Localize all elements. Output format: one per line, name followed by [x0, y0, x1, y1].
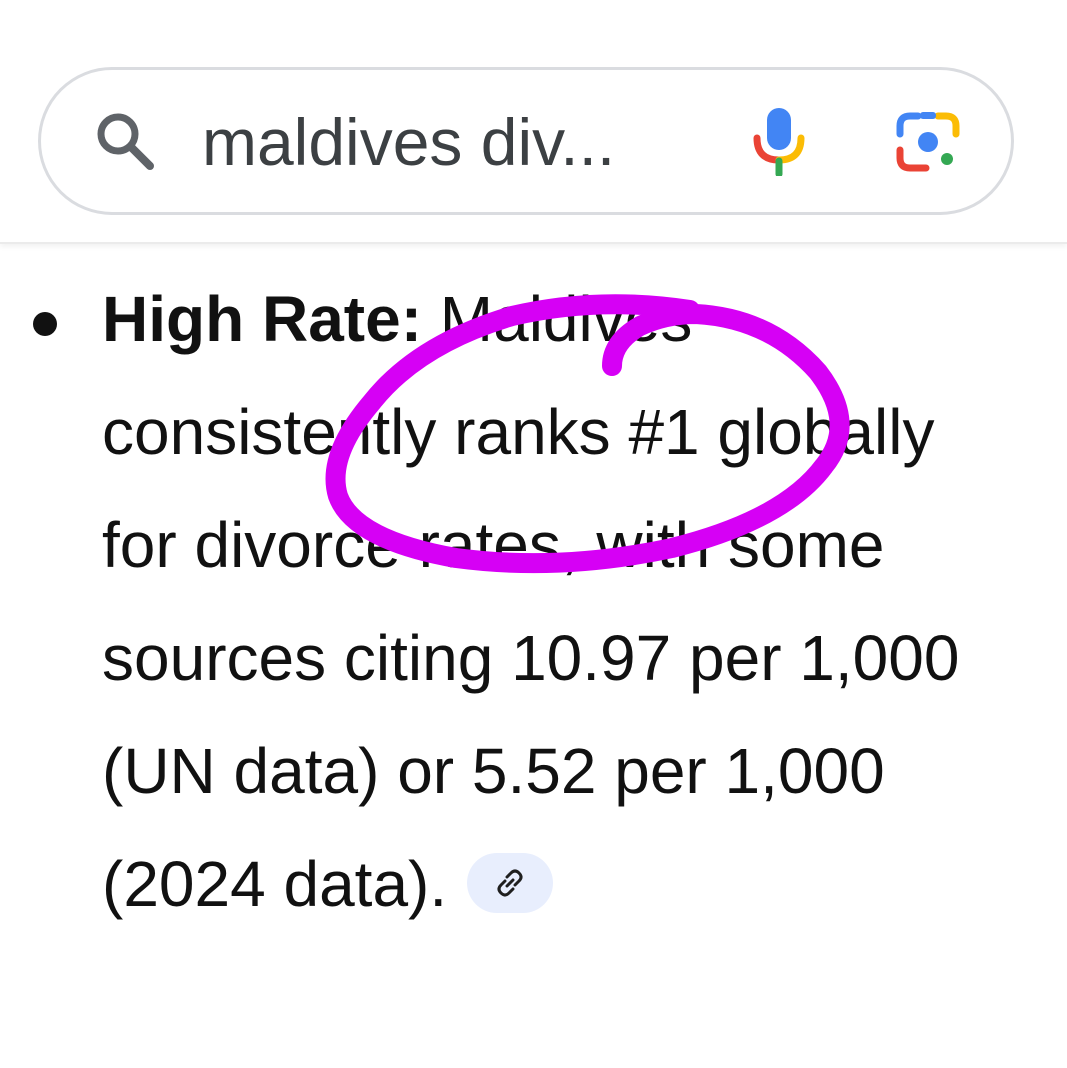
link-icon: [497, 869, 523, 897]
search-header: maldives div...: [0, 0, 1067, 244]
bullet-point: [33, 312, 57, 336]
answer-body: Maldives consistently ranks #1 globally …: [102, 283, 960, 920]
search-icon[interactable]: [94, 110, 156, 172]
microphone-icon[interactable]: [750, 106, 808, 176]
search-query[interactable]: maldives div...: [202, 106, 615, 178]
answer-paragraph: High Rate: Maldives consistently ranks #…: [102, 263, 1002, 941]
answer-heading: High Rate:: [102, 283, 422, 355]
google-lens-icon[interactable]: [894, 108, 962, 176]
source-link-button[interactable]: [467, 853, 554, 914]
